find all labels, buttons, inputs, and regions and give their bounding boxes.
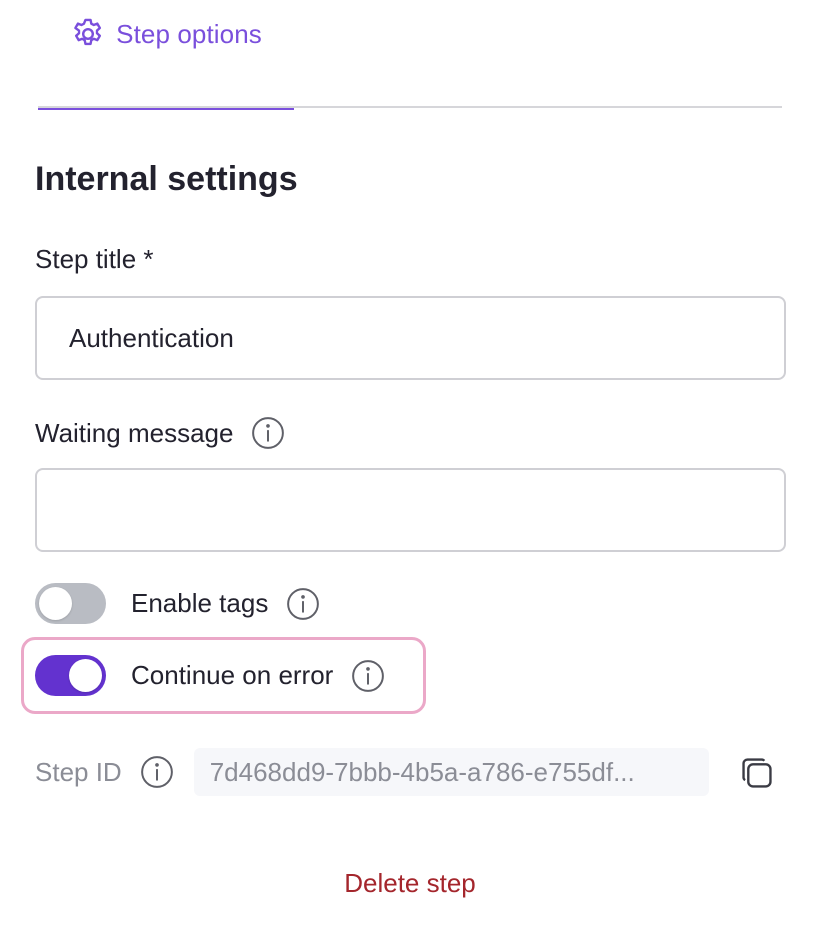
active-tab-indicator bbox=[38, 108, 294, 110]
waiting-message-label-text: Waiting message bbox=[35, 417, 234, 448]
continue-on-error-toggle[interactable] bbox=[35, 655, 106, 696]
section-title: Internal settings bbox=[35, 160, 298, 198]
step-title-label-text: Step title * bbox=[35, 244, 154, 274]
enable-tags-row: Enable tags bbox=[35, 583, 320, 624]
waiting-message-label: Waiting message bbox=[35, 416, 285, 450]
step-options-panel: Step options Internal settings Step titl… bbox=[0, 0, 830, 934]
waiting-message-input[interactable] bbox=[35, 468, 786, 552]
toggle-knob bbox=[69, 659, 102, 692]
step-id-label: Step ID bbox=[35, 756, 122, 787]
info-icon[interactable] bbox=[286, 587, 320, 621]
enable-tags-toggle[interactable] bbox=[35, 583, 106, 624]
enable-tags-label: Enable tags bbox=[131, 588, 269, 618]
step-title-label: Step title * bbox=[35, 244, 154, 275]
info-icon[interactable] bbox=[140, 755, 174, 789]
info-icon[interactable] bbox=[251, 416, 285, 450]
continue-on-error-label: Continue on error bbox=[131, 660, 334, 690]
tab-bar: Step options bbox=[38, 0, 782, 110]
step-id-row: Step ID 7d468dd9-7bbb-4b5a-a786-e755df..… bbox=[35, 748, 709, 796]
gear-icon bbox=[70, 16, 106, 52]
copy-icon[interactable] bbox=[738, 754, 776, 792]
step-id-value: 7d468dd9-7bbb-4b5a-a786-e755df... bbox=[193, 748, 709, 796]
tab-step-options[interactable]: Step options bbox=[38, 0, 294, 110]
step-title-input[interactable] bbox=[35, 296, 786, 380]
continue-on-error-row: Continue on error bbox=[35, 655, 385, 696]
tab-step-options-label: Step options bbox=[116, 18, 262, 49]
delete-step-button[interactable]: Delete step bbox=[0, 868, 820, 899]
info-icon[interactable] bbox=[351, 659, 385, 693]
toggle-knob bbox=[39, 587, 72, 620]
